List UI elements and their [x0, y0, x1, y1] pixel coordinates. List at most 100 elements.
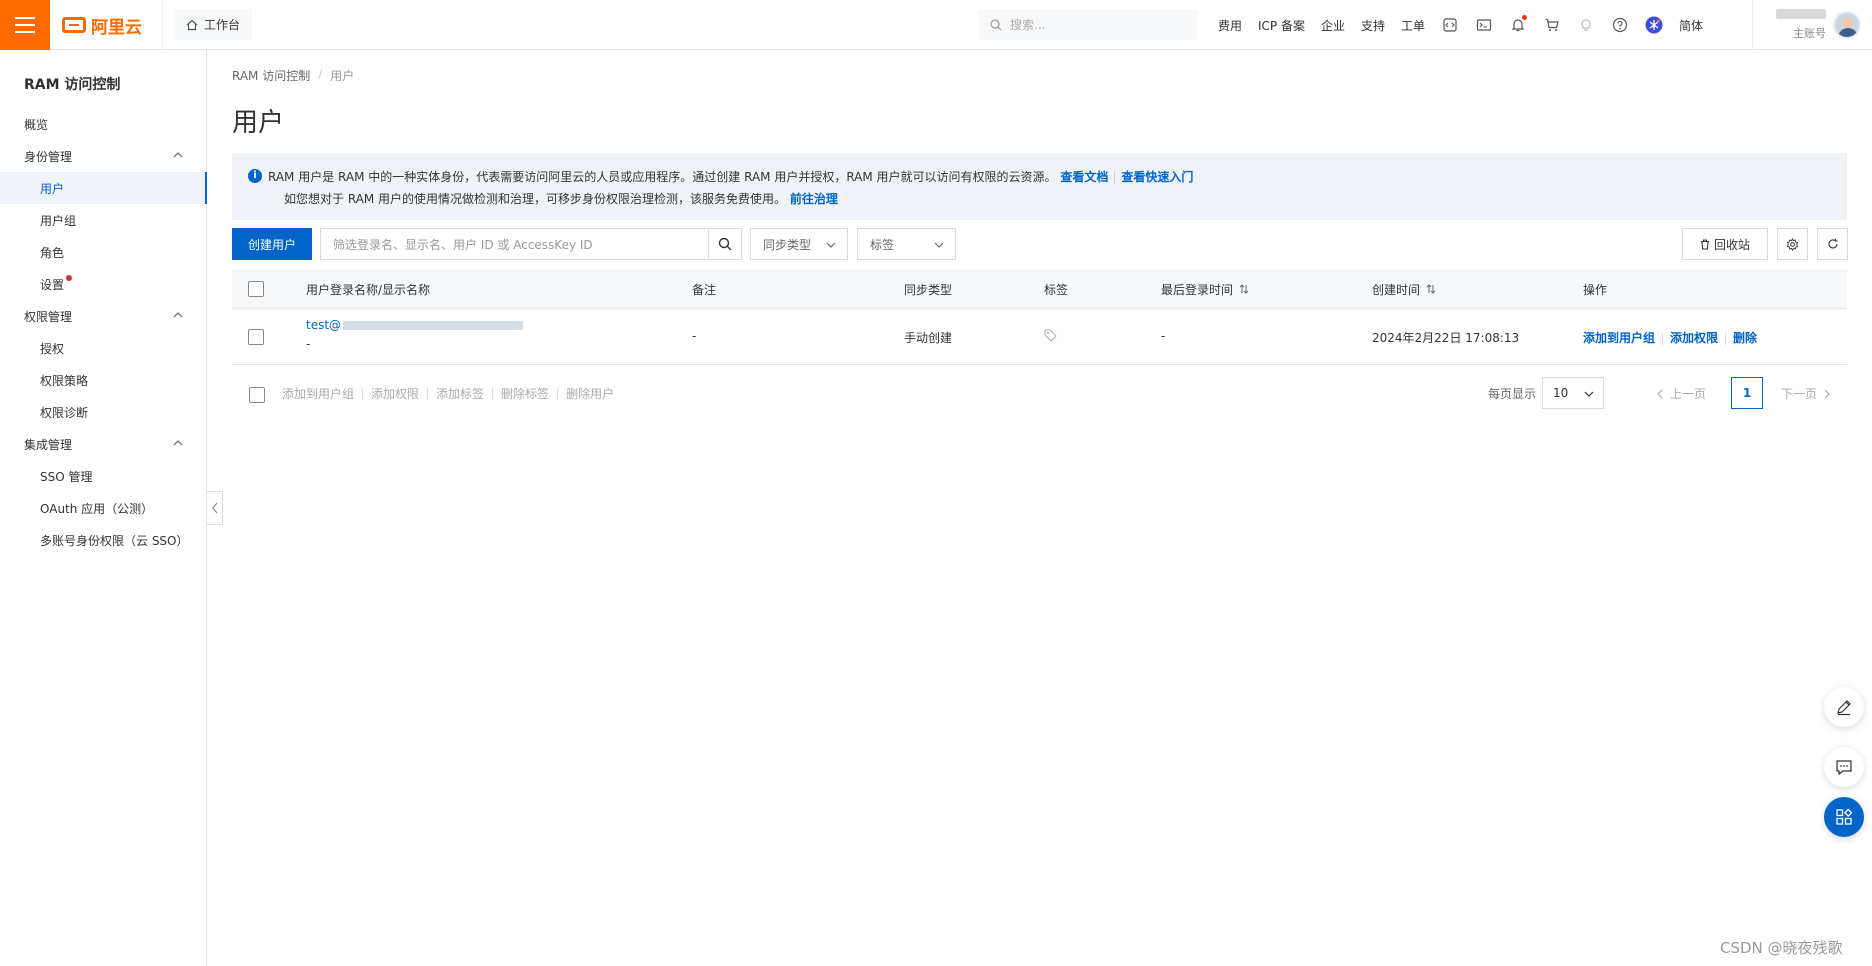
recycle-bin-button[interactable]: 回收站 [1682, 228, 1768, 260]
filter-search-button[interactable] [708, 228, 742, 260]
sidebar-item-label: 用户 [40, 181, 65, 196]
sort-icon[interactable] [1239, 283, 1249, 295]
batch-select-checkbox[interactable] [249, 387, 265, 403]
avatar[interactable] [1833, 11, 1861, 39]
sidebar-title: RAM 访问控制 [24, 77, 121, 93]
sidebar-item-user-groups[interactable]: 用户组 [0, 204, 207, 236]
view-docs-link[interactable]: 查看文档 [1060, 170, 1108, 184]
lightbulb-icon[interactable] [1577, 16, 1595, 34]
top-link-support[interactable]: 支持 [1361, 17, 1385, 34]
page-size-select[interactable]: 10 [1542, 377, 1604, 409]
sidebar-item-settings[interactable]: 设置 [0, 268, 207, 300]
refresh-button[interactable] [1817, 228, 1848, 260]
global-search-input[interactable]: 搜索... [978, 9, 1198, 40]
sync-type-select[interactable]: 同步类型 [750, 228, 848, 260]
tag-icon[interactable] [1044, 329, 1057, 345]
batch-add-permission[interactable]: 添加权限 [371, 385, 419, 402]
sidebar-item-label: 授权 [40, 341, 65, 356]
next-page-button[interactable]: 下一页 [1781, 385, 1831, 402]
batch-delete-user[interactable]: 删除用户 [566, 385, 614, 402]
batch-add-tag[interactable]: 添加标签 [436, 385, 484, 402]
alert-dot [66, 275, 73, 281]
feedback-edit-button[interactable] [1824, 687, 1864, 727]
column-header-created[interactable]: 创建时间 [1372, 269, 1436, 309]
account-type: 主账号 [1793, 27, 1826, 40]
sort-icon[interactable] [1426, 283, 1436, 295]
row-checkbox[interactable] [248, 329, 264, 345]
chat-button[interactable] [1824, 747, 1864, 787]
account-menu[interactable]: 主账号 [1766, 8, 1826, 41]
logo-text: 阿里云 [91, 17, 142, 38]
prev-page-button[interactable]: 上一页 [1656, 385, 1706, 402]
sidebar-item-sso[interactable]: SSO 管理 [0, 460, 207, 492]
sidebar-item-oauth[interactable]: OAuth 应用（公测） [0, 492, 207, 524]
terminal-icon[interactable] [1475, 16, 1493, 34]
hamburger-menu-button[interactable] [0, 0, 50, 50]
workbench-button[interactable]: 工作台 [174, 9, 253, 40]
assistant-icon[interactable] [1645, 16, 1663, 34]
sidebar-item-diagnosis[interactable]: 权限诊断 [0, 396, 207, 428]
breadcrumb: RAM 访问控制 / 用户 [232, 67, 354, 84]
quickstart-link[interactable]: 查看快速入门 [1121, 170, 1193, 184]
delete-link[interactable]: 删除 [1733, 331, 1757, 345]
notice-text-2: 如您想对于 RAM 用户的使用情况做检测和治理，可移步身份权限治理检测，该服务免… [284, 192, 787, 206]
search-icon [718, 237, 732, 251]
header-label: 同步类型 [904, 282, 953, 297]
add-to-group-link[interactable]: 添加到用户组 [1583, 331, 1655, 345]
edit-icon [1837, 700, 1851, 716]
help-icon[interactable] [1611, 16, 1629, 34]
language-switch[interactable]: 简体 [1679, 17, 1703, 34]
page-number-button[interactable]: 1 [1731, 377, 1763, 409]
sidebar-group-identity[interactable]: 身份管理 [0, 140, 207, 172]
table-header: 用户登录名称/显示名称 备注 同步类型 标签 最后登录时间 创建时间 操作 [232, 269, 1847, 309]
sidebar-collapse-button[interactable] [207, 491, 223, 525]
sidebar-item-label: OAuth 应用（公测） [40, 501, 154, 516]
add-permission-link[interactable]: 添加权限 [1670, 331, 1718, 345]
divider [1114, 171, 1116, 184]
page-title: 用户 [232, 108, 285, 138]
column-header-last-login[interactable]: 最后登录时间 [1161, 269, 1249, 309]
watermark: CSDN @晓夜残歌 [1720, 939, 1843, 957]
top-link-ticket[interactable]: 工单 [1401, 17, 1425, 34]
apps-button[interactable] [1824, 797, 1864, 837]
sidebar-item-overview[interactable]: 概览 [0, 108, 207, 140]
create-user-button[interactable]: 创建用户 [232, 228, 312, 260]
cart-icon[interactable] [1543, 16, 1561, 34]
select-all-checkbox[interactable] [248, 281, 264, 297]
breadcrumb-current: 用户 [330, 69, 355, 83]
batch-add-to-group[interactable]: 添加到用户组 [282, 385, 354, 402]
page-size-label: 每页显示 [1488, 387, 1537, 401]
user-login-link[interactable]: test@ [306, 318, 341, 332]
sidebar-item-grants[interactable]: 授权 [0, 332, 207, 364]
home-icon [186, 19, 198, 30]
filter-input[interactable]: 筛选登录名、显示名、用户 ID 或 AccessKey ID [320, 228, 709, 260]
user-login-name[interactable]: test@ [306, 318, 524, 332]
sidebar-group-permissions[interactable]: 权限管理 [0, 300, 207, 332]
top-link-icp[interactable]: ICP 备案 [1258, 17, 1305, 34]
sidebar-item-cloud-sso[interactable]: 多账号身份权限（云 SSO） [0, 524, 207, 556]
code-icon[interactable] [1441, 16, 1459, 34]
sidebar-item-policies[interactable]: 权限策略 [0, 364, 207, 396]
bell-icon[interactable] [1509, 15, 1528, 34]
top-link-fees[interactable]: 费用 [1218, 17, 1242, 34]
next-page-label: 下一页 [1781, 387, 1818, 401]
sidebar-item-roles[interactable]: 角色 [0, 236, 207, 268]
search-placeholder: 搜索... [1010, 18, 1046, 32]
sidebar-item-users[interactable]: 用户 [0, 172, 207, 204]
divider [1662, 332, 1664, 345]
sidebar-group-integration[interactable]: 集成管理 [0, 428, 207, 460]
page-size-value: 10 [1553, 386, 1569, 400]
header-label: 用户登录名称/显示名称 [306, 282, 431, 297]
settings-button[interactable] [1777, 228, 1808, 260]
breadcrumb-root[interactable]: RAM 访问控制 [232, 67, 310, 84]
masked-text [343, 321, 524, 330]
tag-select[interactable]: 标签 [857, 228, 956, 260]
divider [1752, 0, 1753, 50]
batch-delete-tag[interactable]: 删除标签 [501, 385, 549, 402]
logo-mark-icon [62, 17, 86, 33]
refresh-icon [1828, 238, 1838, 249]
govern-link[interactable]: 前往治理 [790, 192, 838, 206]
sidebar-item-label: 权限策略 [40, 373, 89, 388]
aliyun-logo[interactable]: 阿里云 [62, 14, 142, 38]
top-link-enterprise[interactable]: 企业 [1321, 17, 1345, 34]
